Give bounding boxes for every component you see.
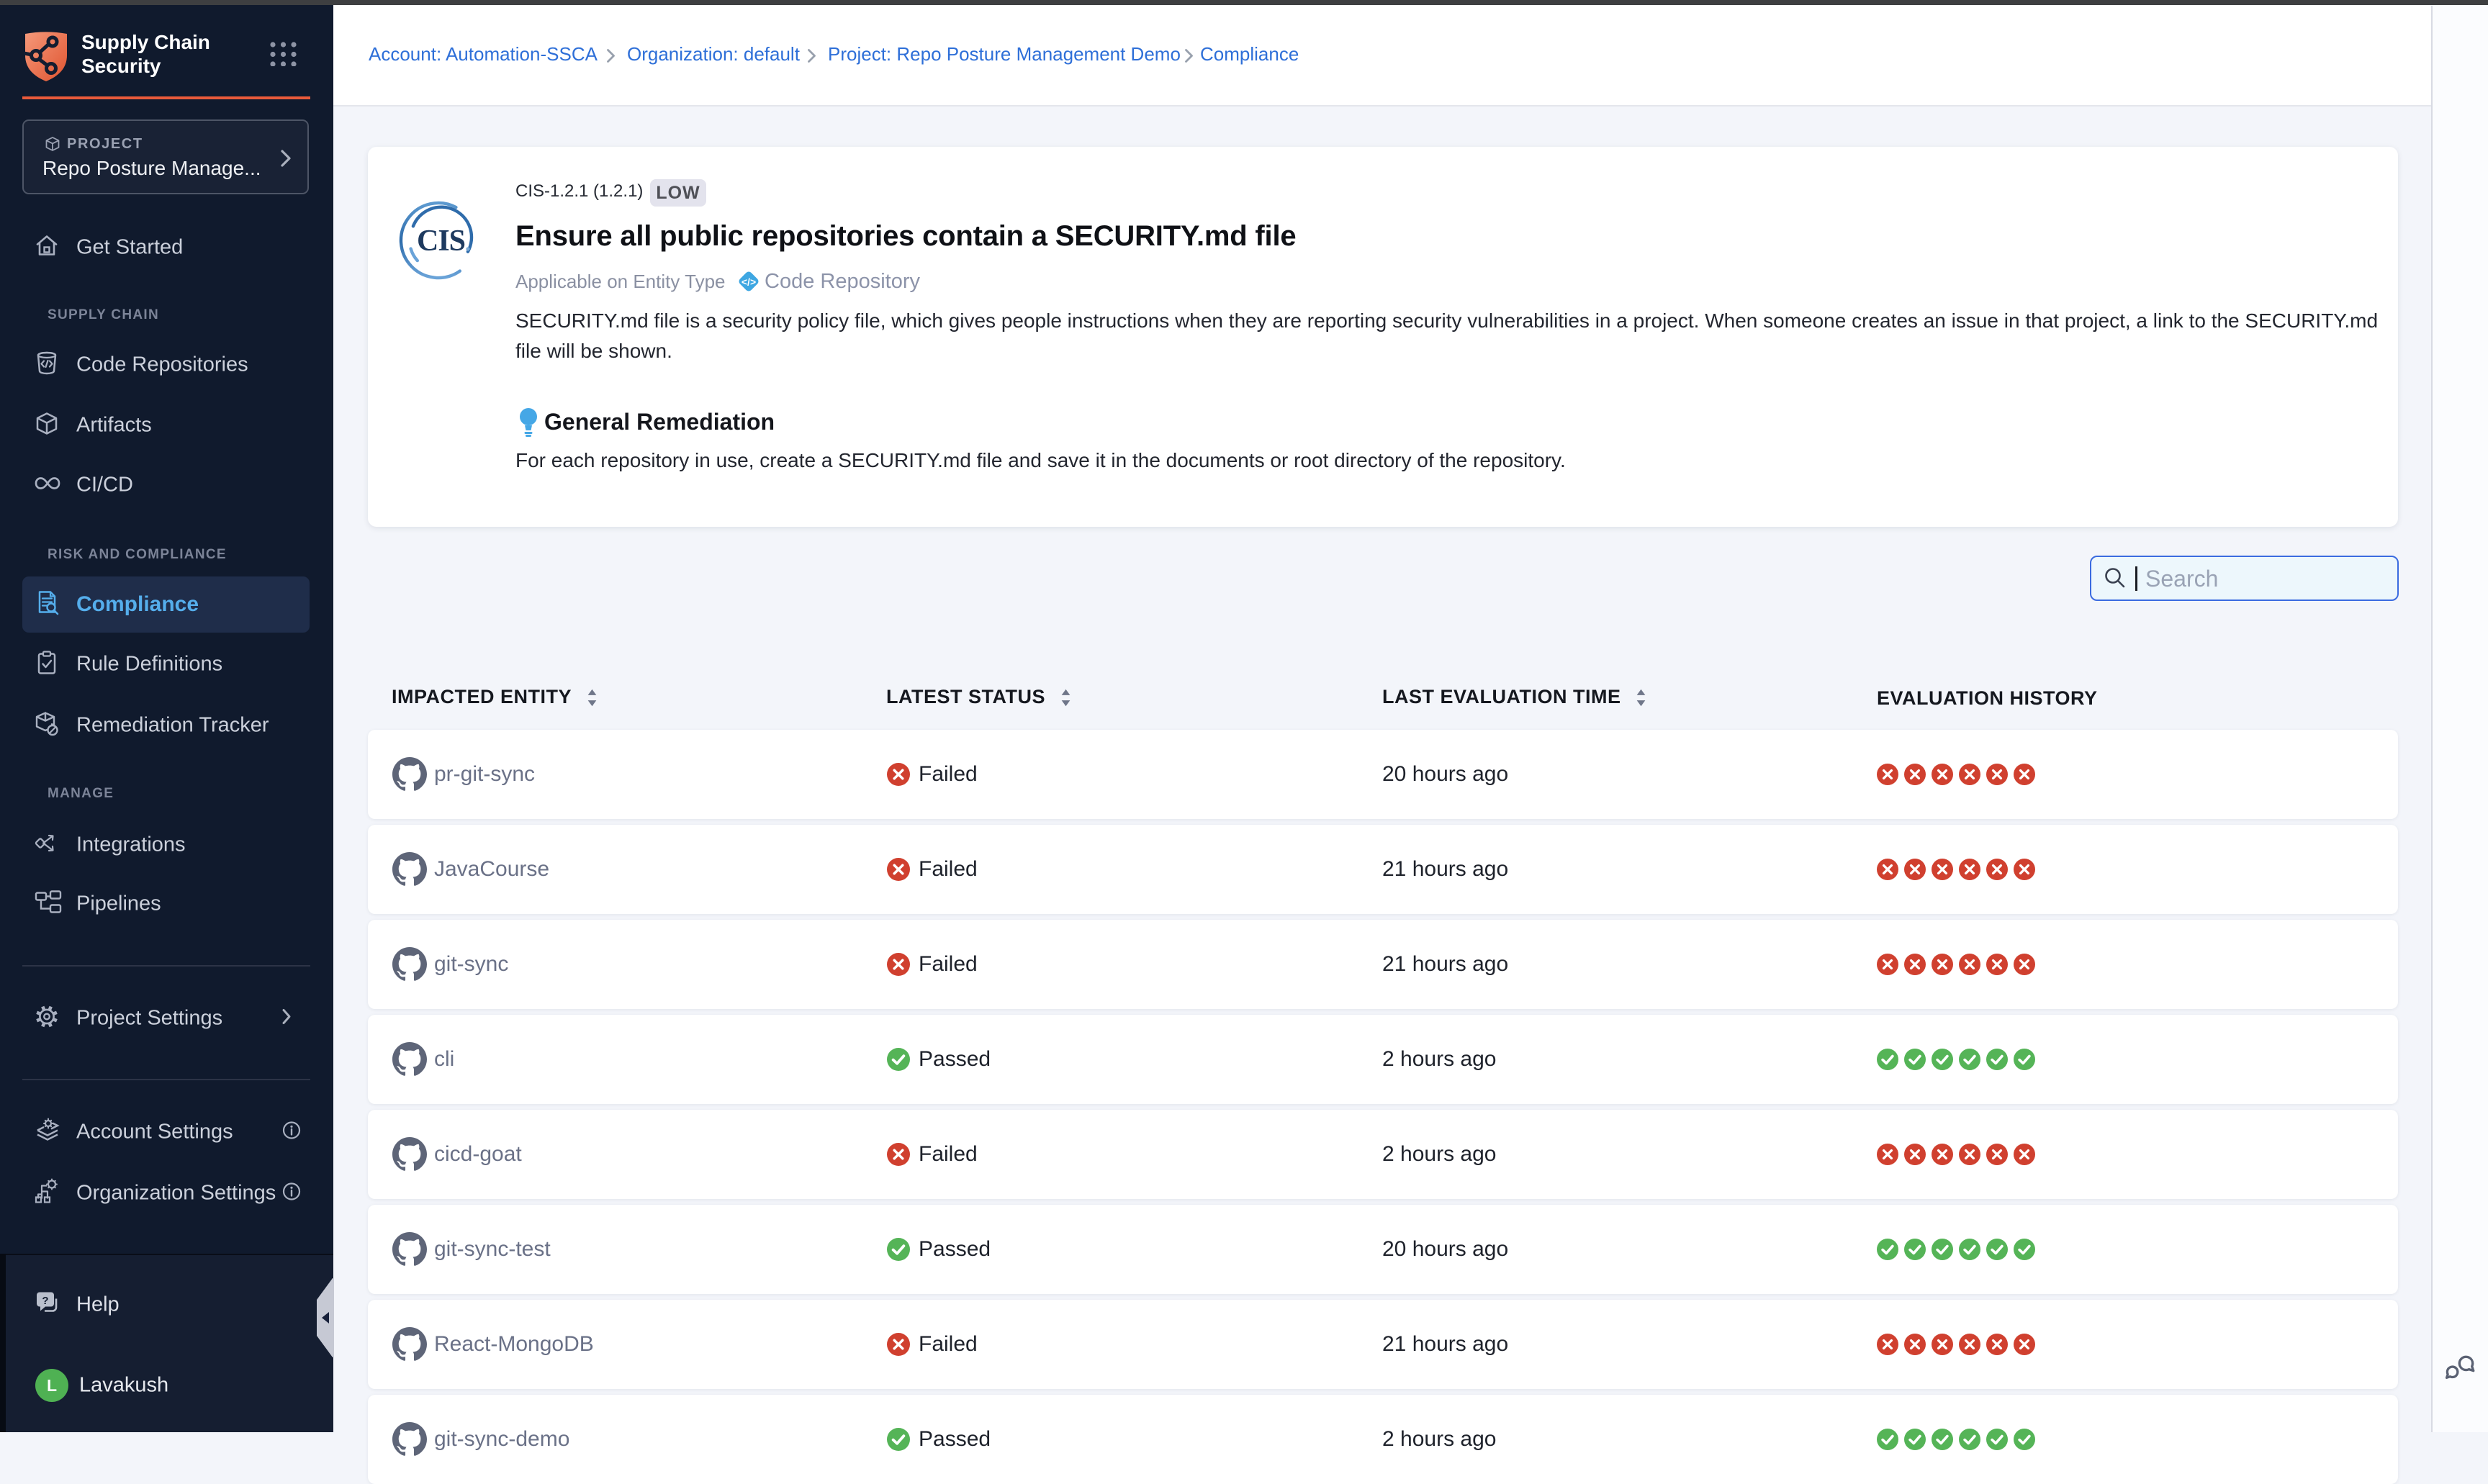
svg-text:?: ?	[42, 1295, 48, 1307]
svg-text:CIS: CIS	[417, 225, 465, 258]
svg-text:</>: </>	[742, 276, 756, 288]
